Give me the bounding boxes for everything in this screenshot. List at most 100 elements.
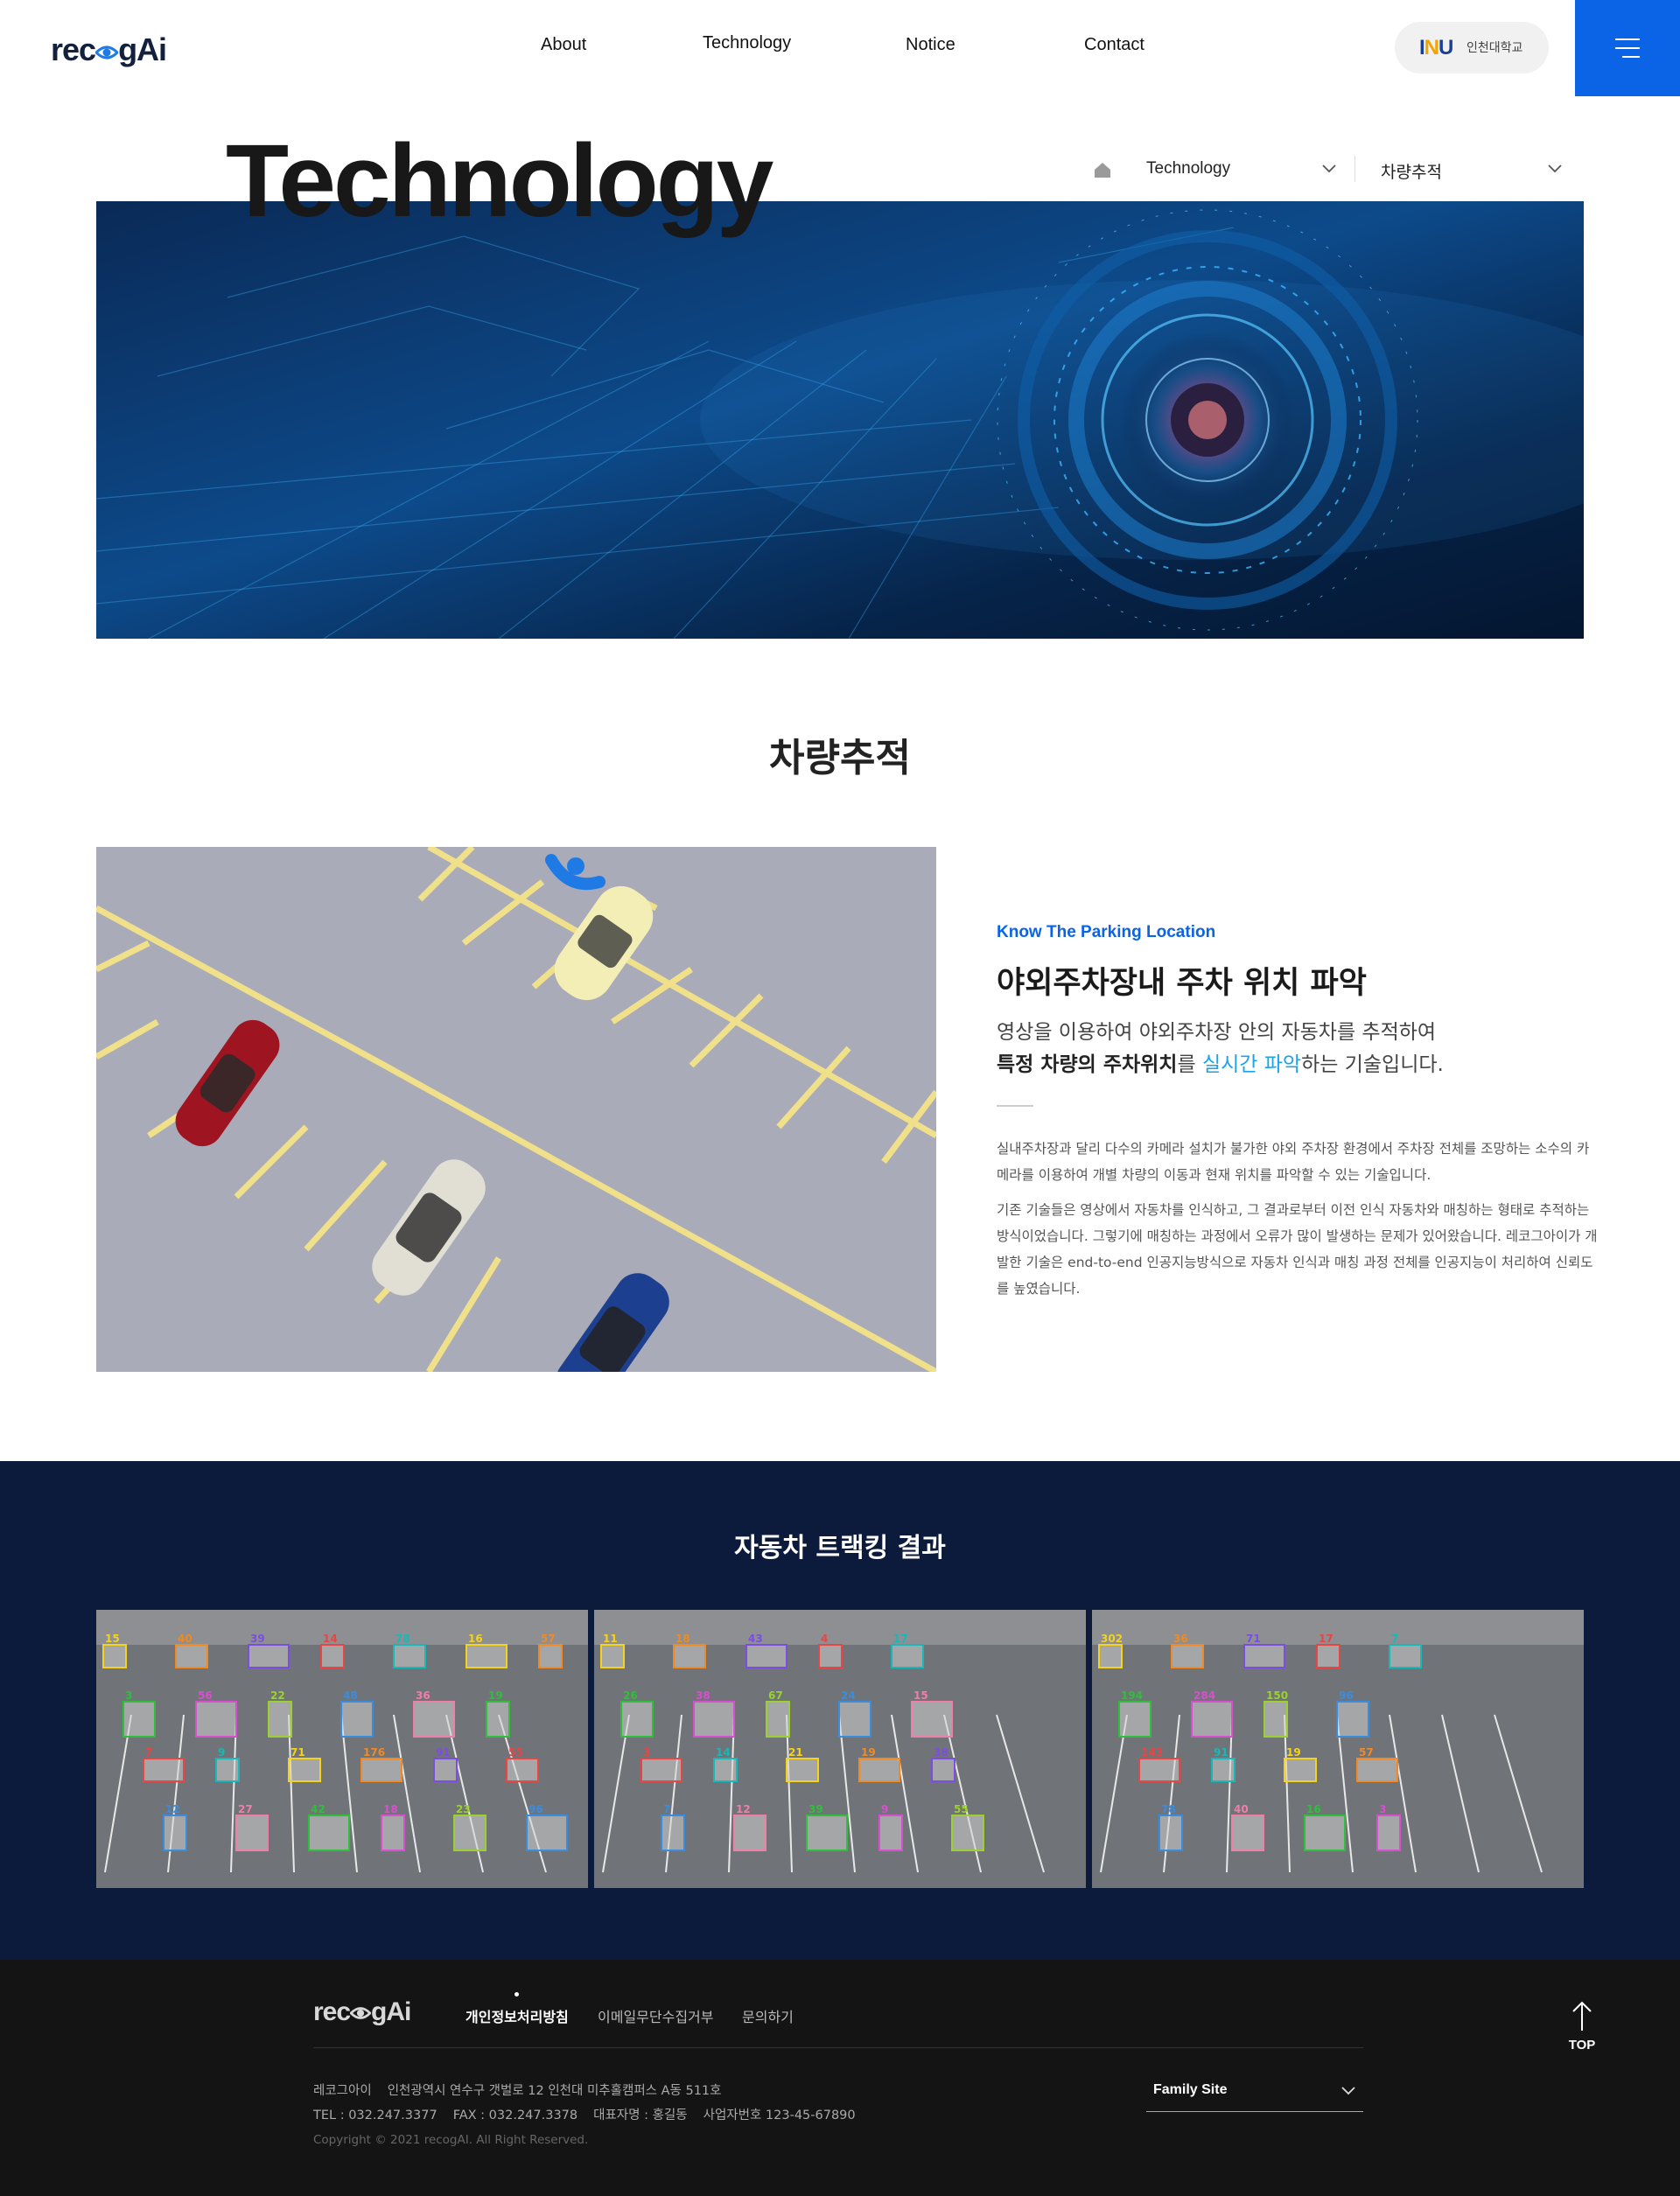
tracked-car-box (1336, 1701, 1369, 1738)
tracked-car-label: 55 (954, 1803, 969, 1815)
hamburger-icon (1615, 38, 1640, 40)
tracked-car-box (1138, 1758, 1180, 1782)
tracked-car-label: 143 (1141, 1746, 1163, 1759)
tracked-car-box (878, 1815, 903, 1851)
address-line1: 레코그아이 인천광역시 연수구 갯벌로 12 인천대 미추홀캠퍼스 A동 511호 (313, 2079, 872, 2103)
tracked-car-box (1118, 1701, 1152, 1738)
tracked-car-box (466, 1644, 508, 1668)
tracked-car-box (911, 1701, 953, 1738)
tracked-car-label: 18 (676, 1633, 690, 1645)
tracked-car-label: 176 (363, 1746, 385, 1759)
tracked-car-box (1158, 1815, 1183, 1851)
nav-notice[interactable]: Notice (906, 35, 956, 55)
tracked-car-label: 17 (1319, 1633, 1334, 1645)
tracked-car-label: 17 (893, 1633, 908, 1645)
tracked-car-box (268, 1701, 292, 1738)
tracked-car-box (713, 1758, 738, 1782)
tracked-car-label: 7 (145, 1746, 152, 1759)
section-title: 차량추적 (769, 736, 911, 780)
nav-contact[interactable]: Contact (1084, 35, 1144, 55)
tracked-car-box (340, 1701, 374, 1738)
tracked-car-label: 7 (1391, 1633, 1398, 1645)
tracked-car-box (931, 1758, 956, 1782)
tracked-car-box (693, 1701, 735, 1738)
tracked-car-label: 19 (861, 1746, 876, 1759)
tracked-car-box (195, 1701, 237, 1738)
logo-eye-icon (349, 1999, 372, 2029)
tracked-car-box (661, 1815, 685, 1851)
footer-link-inquiry[interactable]: 문의하기 (742, 2005, 794, 2026)
paragraph-2: 기존 기술들은 영상에서 자동차를 인식하고, 그 결과로부터 이전 인식 자동… (997, 1202, 1598, 1297)
tracked-car-box (640, 1758, 682, 1782)
breadcrumb-divider (1354, 156, 1355, 182)
tracked-car-box (1171, 1644, 1204, 1668)
top-label: TOP (1568, 2038, 1596, 2053)
tracked-car-label: 15 (105, 1633, 120, 1645)
hamburger-icon-line (1615, 47, 1640, 49)
tracked-car-box (308, 1815, 350, 1851)
tracked-car-label: 194 (1121, 1689, 1143, 1702)
paragraph-1: 실내주차장과 달리 다수의 카메라 설치가 불가한 야외 주차장 환경에서 주차… (997, 1141, 1590, 1183)
site-footer: rec gAi 개인정보처리방침 이메일무단수집거부 문의하기 레코그아이 인천광역… (0, 1960, 1680, 2196)
home-icon[interactable] (1093, 161, 1112, 182)
tracked-car-box (838, 1701, 872, 1738)
nav-technology[interactable]: Technology (703, 33, 791, 53)
menu-button[interactable] (1575, 0, 1680, 96)
footer-logo[interactable]: rec gAi (313, 1997, 411, 2029)
tracked-car-box (806, 1815, 848, 1851)
tracked-car-label: 40 (178, 1633, 192, 1645)
tracking-result-image-1: 15 3 7 12 40 56 9 27 39 22 71 42 14 48 176 18 78 36 91 23 16… (96, 1610, 588, 1888)
tracked-car-label: 42 (311, 1803, 326, 1815)
tracked-car-label: 39 (250, 1633, 265, 1645)
copyright: Copyright © 2021 recogAI. All Right Rese… (313, 2133, 589, 2147)
tracked-car-label: 57 (1359, 1746, 1374, 1759)
nav-about[interactable]: About (541, 35, 586, 55)
tracked-car-box (102, 1644, 127, 1668)
body-text: 실내주차장과 달리 다수의 카메라 설치가 불가한 야외 주차장 환경에서 주차… (997, 1136, 1600, 1302)
tracked-car-label: 18 (383, 1803, 398, 1815)
tracked-car-box (951, 1815, 984, 1851)
tracked-car-label: 57 (541, 1633, 556, 1645)
active-indicator (514, 1992, 519, 1997)
tel: TEL : 032.247.3377 (313, 2109, 438, 2123)
tracked-car-box (1356, 1758, 1398, 1782)
tracked-car-box (381, 1815, 405, 1851)
tracked-car-box (1231, 1815, 1264, 1851)
university-badge[interactable]: INU 인천대학교 (1395, 22, 1549, 73)
logo[interactable]: rec gAi (51, 31, 167, 68)
section-eyebrow: Know The Parking Location (997, 923, 1216, 941)
back-to-top-button[interactable]: TOP (1558, 1999, 1606, 2060)
footer-link-email[interactable]: 이메일무단수집거부 (598, 2005, 713, 2026)
tracked-car-box (320, 1644, 345, 1668)
tracked-car-label: 11 (603, 1633, 618, 1645)
footer-address: 레코그아이 인천광역시 연수구 갯벌로 12 인천대 미추홀캠퍼스 A동 511호… (313, 2079, 872, 2128)
family-site-select[interactable]: Family Site (1146, 2074, 1363, 2112)
lead-end: 하는 기술입니다. (1301, 1053, 1444, 1076)
tracked-car-box (433, 1758, 458, 1782)
tracked-car-box (526, 1815, 568, 1851)
tracked-car-box (746, 1644, 788, 1668)
tracked-car-box (1316, 1644, 1340, 1668)
breadcrumb-level2[interactable]: 차량추적 (1381, 159, 1442, 183)
footer-link-privacy[interactable]: 개인정보처리방침 (466, 2005, 569, 2026)
tracked-car-label: 40 (1234, 1803, 1249, 1815)
tracked-car-box (360, 1758, 402, 1782)
chevron-down-icon[interactable] (1321, 161, 1337, 178)
chevron-down-icon[interactable] (1547, 161, 1563, 178)
tracked-car-label: 302 (1101, 1633, 1123, 1645)
tracking-results-section: 자동차 트랙킹 결과 15 3 7 12 40 56 9 27 39 22 71 42 14 48 176 1… (0, 1461, 1680, 1960)
tracked-car-label: 12 (165, 1803, 180, 1815)
tracked-car-label: 3 (125, 1689, 132, 1702)
footer-divider (313, 2047, 1363, 2048)
tracked-car-label: 3 (1379, 1803, 1386, 1815)
breadcrumb-level1[interactable]: Technology (1146, 159, 1230, 178)
tracked-car-label: 36 (1173, 1633, 1188, 1645)
tracked-car-label: 150 (1266, 1689, 1288, 1702)
tracked-car-label: 284 (1194, 1689, 1215, 1702)
tracked-car-box (891, 1644, 924, 1668)
tracked-car-label: 71 (290, 1746, 305, 1759)
logo-text-right: gAi (118, 31, 167, 67)
tracked-car-box (248, 1644, 290, 1668)
tracked-car-box (786, 1758, 819, 1782)
tracked-car-box (1243, 1644, 1285, 1668)
